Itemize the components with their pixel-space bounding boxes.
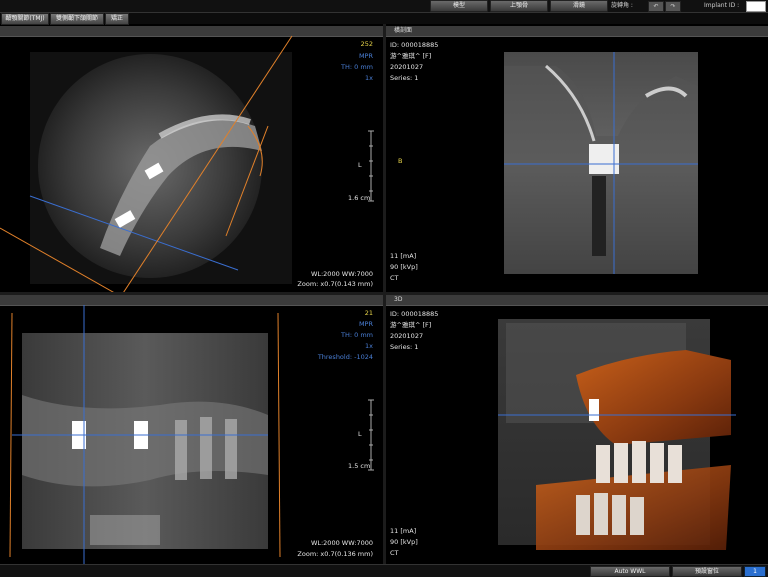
zoom-info: Zoom: x0.7(0.143 mm) [297,280,373,288]
patient-name: 游^雅琪^ [F] [390,52,432,60]
axial-image[interactable] [0,26,383,292]
view-mode: MPR [358,320,373,328]
implant-id-input[interactable] [746,1,766,12]
series-number: Series: 1 [390,343,419,351]
patient-id: ID: 000018885 [390,41,439,49]
zoom-factor: 1x [365,342,373,350]
study-date: 20201027 [390,63,424,71]
tab-tmj[interactable]: 顳顎關節(TMJ) [1,13,49,25]
modality: CT [390,549,399,557]
slide-button[interactable]: 滑鏡 [550,0,608,12]
model-button[interactable]: 模型 [430,0,488,12]
orientation-marker: B [398,157,403,165]
cross-section-view[interactable]: 橫剖面 ID: 000018885 游^雅琪^ [F] 20201027 Ser… [386,26,768,292]
tab-bar: 顳顎關節(TMJ) 雙側顳下頜關節 矯正 [0,13,768,25]
ruler-label: L [358,430,362,438]
tube-voltage: 90 [kVp] [390,263,418,271]
tab-orthodontic[interactable]: 矯正 [105,13,129,25]
patient-id: ID: 000018885 [390,310,439,318]
view-mode: MPR [358,52,373,60]
zoom-factor: 1x [365,74,373,82]
thickness: TH: 0 mm [341,63,373,71]
cross-section-image[interactable] [386,26,768,292]
implant-id-label: Implant ID : [704,2,740,9]
study-date: 20201027 [390,332,424,340]
modality: CT [390,274,399,282]
top-toolbar: 模型 上顎骨 滑鏡 旋轉角 : ↶ ↷ Implant ID : [0,0,768,13]
panoramic-view[interactable]: 21 MPR TH: 0 mm 1x Threshold: -1024 L 1.… [0,295,383,564]
rotate-right-icon[interactable]: ↷ [665,1,681,12]
axial-view[interactable]: 252 MPR TH: 0 mm 1x L 1.6 cm WL:2000 WW:… [0,26,383,292]
ruler-value: 1.5 cm [348,462,371,470]
tab-bilateral-tmj[interactable]: 雙側顳下頜關節 [50,13,104,25]
preset-window-button[interactable]: 預設窗位 [672,566,742,577]
auto-wwl-button[interactable]: Auto WWL [590,566,670,577]
page-indicator[interactable]: 1 [744,566,766,577]
3d-view[interactable]: 3D ID: 000018885 游^雅琪^ [F] 20201027 Seri… [386,295,768,564]
ruler-value: 1.6 cm [348,194,371,202]
slice-number: 21 [364,309,373,317]
bottom-toolbar: Auto WWL 預設窗位 1 [0,564,768,577]
panoramic-image[interactable] [0,295,383,564]
slice-number: 252 [360,40,373,48]
patient-name: 游^雅琪^ [F] [390,321,432,329]
tube-current: 11 [mA] [390,527,417,535]
ruler-label: L [358,161,362,169]
window-level: WL:2000 WW:7000 [310,539,373,547]
zoom-info: Zoom: x0.7(0.136 mm) [297,550,373,558]
rotate-label: 旋轉角 : [611,2,633,9]
threshold: Threshold: -1024 [317,353,373,361]
tube-current: 11 [mA] [390,252,417,260]
tube-voltage: 90 [kVp] [390,538,418,546]
3d-render-image[interactable] [386,295,768,564]
thickness: TH: 0 mm [341,331,373,339]
maxilla-button[interactable]: 上顎骨 [490,0,548,12]
series-number: Series: 1 [390,74,419,82]
rotate-left-icon[interactable]: ↶ [648,1,664,12]
window-level: WL:2000 WW:7000 [310,270,373,278]
